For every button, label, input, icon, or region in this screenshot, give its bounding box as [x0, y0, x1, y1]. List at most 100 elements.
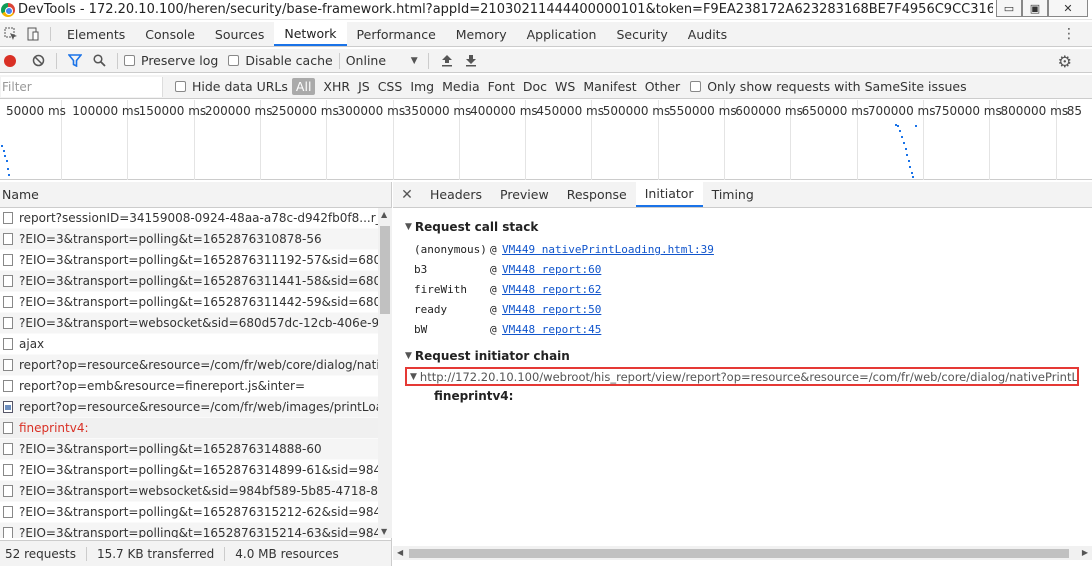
filter-bar: Filter Hide data URLs All XHR JS CSS Img Medi…	[0, 75, 1092, 99]
minimize-icon: ▭	[1003, 1, 1015, 15]
request-row[interactable]: ?EIO=3&transport=polling&t=1652876314888…	[0, 439, 378, 460]
request-row[interactable]: report?op=emb&resource=finereport.js&int…	[0, 376, 378, 397]
throttle-select[interactable]: Online ▼	[346, 53, 422, 68]
scroll-down-icon[interactable]: ▼	[381, 527, 387, 536]
tab-headers[interactable]: Headers	[421, 182, 491, 207]
request-name: report?op=resource&resource=/com/fr/web/…	[19, 358, 378, 372]
timeline-tick-label: 150000 ms	[138, 104, 207, 118]
request-row[interactable]: ?EIO=3&transport=polling&t=1652876314899…	[0, 460, 378, 481]
more-options-icon[interactable]: ⋮	[1062, 26, 1076, 42]
scrollbar-thumb[interactable]	[409, 549, 1069, 558]
checkbox-box[interactable]	[228, 55, 240, 66]
checkbox-box[interactable]	[124, 55, 135, 66]
search-icon[interactable]	[87, 51, 111, 71]
request-row[interactable]: report?op=resource&resource=/com/fr/web/…	[0, 355, 378, 376]
call-stack-section[interactable]: ▼ Request call stack	[405, 220, 538, 234]
import-har-icon[interactable]	[435, 51, 459, 71]
main-tabs: Elements Console Sources Network Performance…	[57, 22, 737, 46]
filter-type-js[interactable]: JS	[358, 79, 370, 94]
network-overview-timeline[interactable]: 50000 ms 100000 ms 150000 ms 200000 ms 25000…	[0, 100, 1092, 180]
tab-performance[interactable]: Performance	[347, 22, 446, 46]
scroll-right-icon[interactable]: ▶	[1082, 548, 1088, 557]
close-window-button[interactable]: ✕	[1048, 0, 1088, 17]
tab-security[interactable]: Security	[606, 22, 677, 46]
tab-memory[interactable]: Memory	[446, 22, 517, 46]
disable-cache-checkbox[interactable]: Disable cache	[228, 53, 333, 68]
timeline-tick-label: 450000 ms	[536, 104, 604, 118]
settings-gear-icon[interactable]: ⚙	[1058, 52, 1072, 71]
scrollbar-thumb[interactable]	[380, 226, 390, 314]
frame-source-link[interactable]: VM448 report:62	[502, 283, 601, 296]
filter-type-ws[interactable]: WS	[555, 79, 575, 94]
scroll-left-icon[interactable]: ◀	[397, 548, 403, 557]
tab-application[interactable]: Application	[517, 22, 607, 46]
expand-triangle-icon: ▼	[410, 371, 417, 382]
initiator-chain-item[interactable]: ▼ http://172.20.10.100/webroot/his_repor…	[405, 367, 1079, 386]
preserve-log-checkbox[interactable]: Preserve log	[124, 53, 218, 68]
initiator-chain-section[interactable]: ▼ Request initiator chain	[405, 349, 570, 363]
frame-source-link[interactable]: VM448 report:50	[502, 303, 601, 316]
request-row[interactable]: report?sessionID=34159008-0924-48aa-a78c…	[0, 208, 378, 229]
request-row[interactable]: ?EIO=3&transport=polling&t=1652876311192…	[0, 250, 378, 271]
name-column-header[interactable]: Name	[0, 182, 391, 208]
record-button[interactable]	[4, 54, 16, 67]
request-list-scrollbar[interactable]: ▲ ▼	[378, 208, 392, 538]
filter-type-font[interactable]: Font	[488, 79, 515, 94]
frame-at-symbol: @	[490, 243, 497, 256]
scroll-up-icon[interactable]: ▲	[381, 210, 387, 219]
request-row[interactable]: ?EIO=3&transport=polling&t=1652876311441…	[0, 271, 378, 292]
filter-type-css[interactable]: CSS	[378, 79, 403, 94]
checkbox-box[interactable]	[175, 81, 186, 92]
close-details-icon[interactable]: ✕	[393, 182, 421, 207]
export-har-icon[interactable]	[459, 51, 483, 71]
tab-initiator[interactable]: Initiator	[635, 182, 703, 207]
filter-input[interactable]: Filter	[1, 76, 163, 97]
checkbox-box[interactable]	[690, 81, 702, 92]
samesite-checkbox[interactable]: Only show requests with SameSite issues	[690, 79, 967, 94]
tab-timing[interactable]: Timing	[703, 182, 763, 207]
timeline-tick-label: 400000 ms	[470, 104, 538, 118]
filter-type-img[interactable]: Img	[410, 79, 434, 94]
tab-response[interactable]: Response	[558, 182, 636, 207]
filter-type-xhr[interactable]: XHR	[323, 79, 350, 94]
filter-icon[interactable]	[63, 51, 87, 71]
frame-function-name: fireWith	[414, 283, 467, 296]
hide-data-urls-checkbox[interactable]: Hide data URLs	[175, 79, 288, 94]
request-row[interactable]: ?EIO=3&transport=websocket&sid=680d57dc-…	[0, 313, 378, 334]
name-column-label: Name	[2, 187, 39, 202]
network-status-bar: 52 requests 15.7 KB transferred 4.0 MB r…	[0, 540, 392, 566]
chevron-down-icon: ▼	[410, 55, 418, 66]
filter-type-all[interactable]: All	[291, 78, 316, 95]
filter-type-doc[interactable]: Doc	[523, 79, 547, 94]
timeline-request-mark	[908, 160, 910, 162]
inspect-element-icon[interactable]	[0, 22, 22, 46]
filter-type-media[interactable]: Media	[442, 79, 480, 94]
device-toolbar-icon[interactable]	[22, 22, 44, 46]
tab-sources[interactable]: Sources	[205, 22, 274, 46]
clear-icon[interactable]	[26, 51, 50, 71]
request-row[interactable]: ?EIO=3&transport=polling&t=1652876315212…	[0, 502, 378, 523]
tab-console[interactable]: Console	[135, 22, 205, 46]
request-row[interactable]: ?EIO=3&transport=polling&t=1652876311442…	[0, 292, 378, 313]
request-row[interactable]: ?EIO=3&transport=polling&t=1652876315214…	[0, 523, 378, 538]
request-row[interactable]: ajax	[0, 334, 378, 355]
tab-audits[interactable]: Audits	[678, 22, 737, 46]
request-row[interactable]: ?EIO=3&transport=polling&t=1652876310878…	[0, 229, 378, 250]
maximize-button[interactable]: ▣	[1022, 0, 1048, 17]
frame-source-link[interactable]: VM448 report:60	[502, 263, 601, 276]
request-row[interactable]: report?op=resource&resource=/com/fr/web/…	[0, 397, 378, 418]
filter-type-manifest[interactable]: Manifest	[583, 79, 636, 94]
timeline-tick-label: 700000 ms	[867, 104, 936, 118]
filter-type-other[interactable]: Other	[645, 79, 681, 94]
request-row[interactable]: fineprintv4:	[0, 418, 378, 439]
tab-preview[interactable]: Preview	[491, 182, 558, 207]
tab-network[interactable]: Network	[274, 22, 347, 46]
tab-elements[interactable]: Elements	[57, 22, 135, 46]
frame-source-link[interactable]: VM449 nativePrintLoading.html:39	[502, 243, 714, 256]
details-horizontal-scrollbar[interactable]: ◀ ▶	[393, 546, 1092, 560]
initiator-chain-child[interactable]: fineprintv4:	[434, 389, 513, 403]
request-name: ?EIO=3&transport=polling&t=1652876315214…	[19, 526, 378, 538]
minimize-button[interactable]: ▭	[996, 0, 1022, 17]
frame-source-link[interactable]: VM448 report:45	[502, 323, 601, 336]
request-row[interactable]: ?EIO=3&transport=websocket&sid=984bf589-…	[0, 481, 378, 502]
